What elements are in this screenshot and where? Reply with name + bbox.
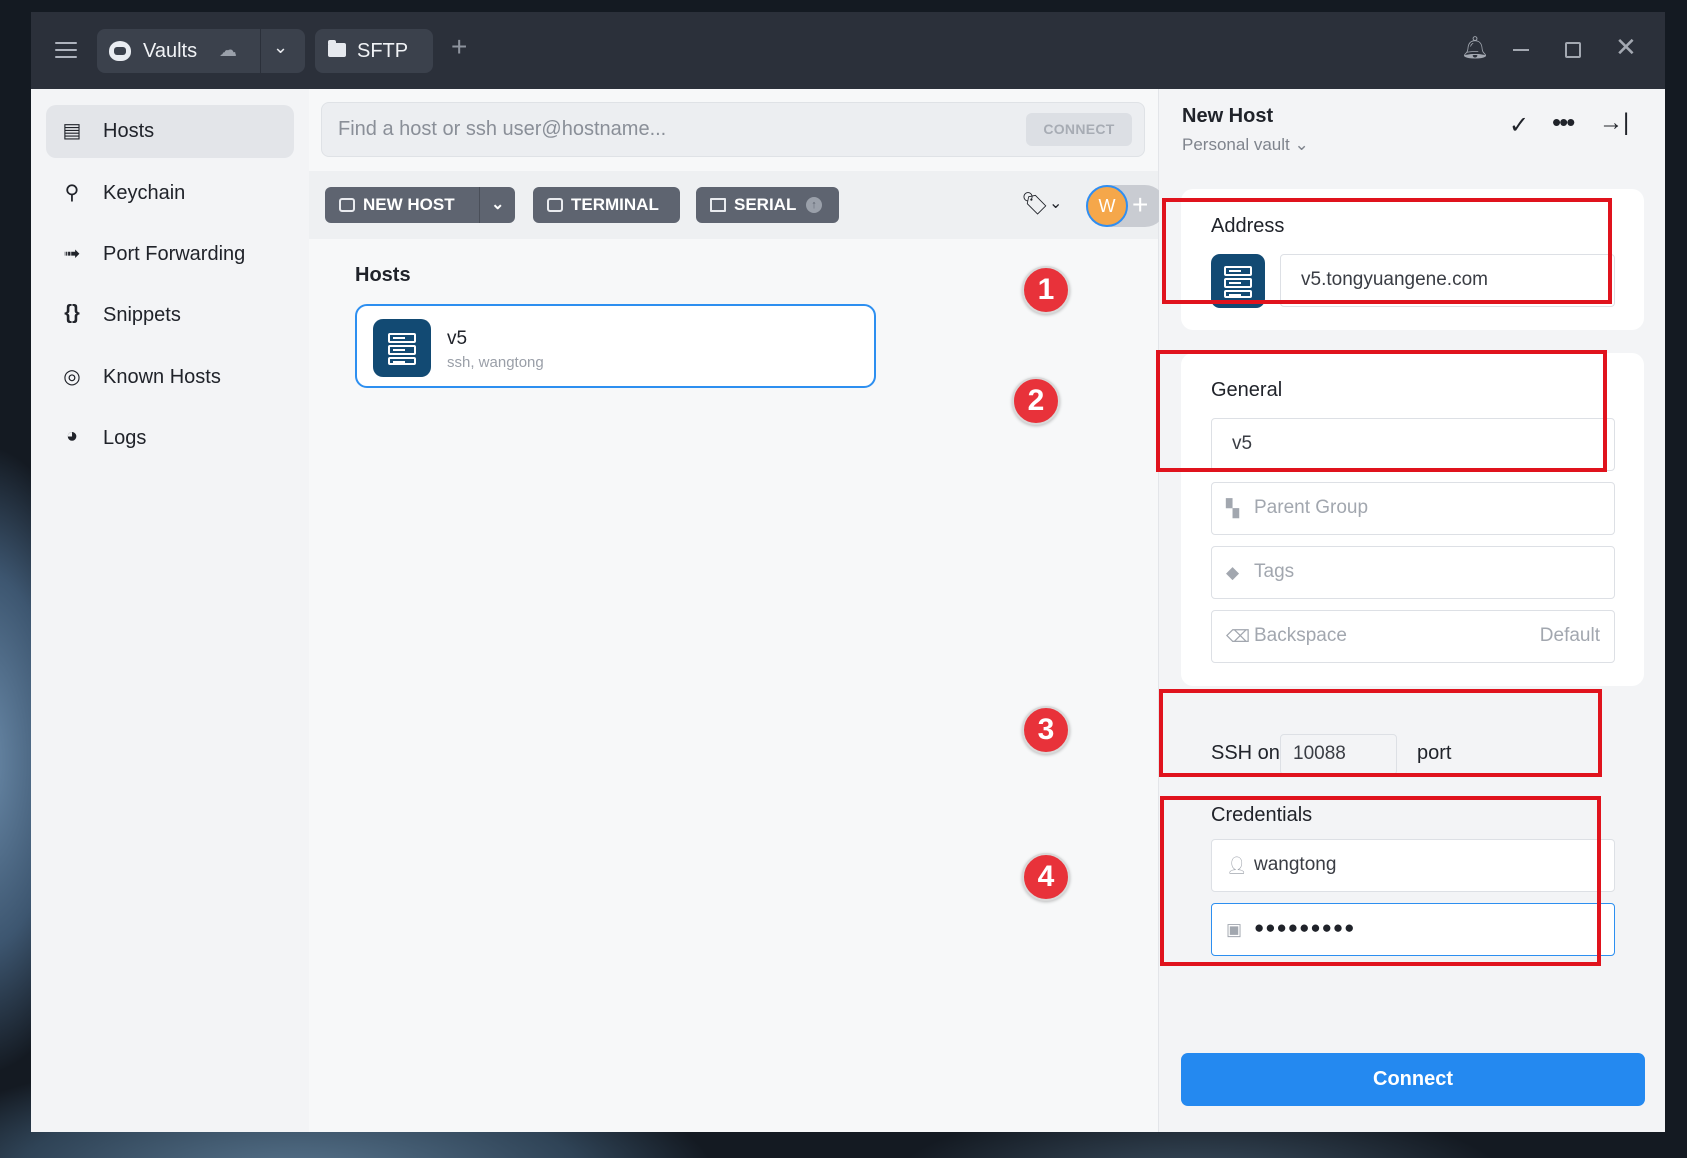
more-options-icon[interactable]: ••• (1552, 107, 1575, 138)
panel-title: New Host (1182, 105, 1274, 127)
backspace-value: Default (1539, 625, 1600, 646)
server-icon (373, 319, 431, 377)
hosts-icon: ▤ (62, 120, 82, 142)
menu-icon[interactable] (55, 42, 77, 58)
search-input[interactable]: Find a host or ssh user@hostname... CONN… (321, 102, 1145, 157)
annotation-badge-4: 4 (1022, 853, 1070, 901)
server-icon (339, 198, 355, 212)
serial-label: SERIAL (734, 195, 797, 214)
clock-icon: ◕ (65, 425, 79, 447)
annotation-badge-1: 1 (1022, 266, 1070, 314)
host-name: v5 (447, 328, 468, 349)
sidebar-item-logs[interactable]: ◕ Logs (46, 412, 294, 465)
vault-selector[interactable]: Personal vault ⌄ (1182, 135, 1309, 155)
tags-input[interactable]: ◆ Tags (1211, 546, 1615, 599)
terminal-button[interactable]: TERMINAL (533, 187, 680, 223)
cloud-off-icon: ☁ (219, 40, 237, 60)
new-host-label: NEW HOST (363, 195, 455, 214)
tab-divider (260, 29, 261, 73)
chevron-down-icon[interactable]: ⌄ (1049, 193, 1062, 213)
tags-placeholder: Tags (1254, 561, 1295, 582)
terminal-label: TERMINAL (571, 195, 659, 214)
sidebar-item-label: Snippets (103, 304, 181, 326)
tab-sftp-label: SFTP (357, 40, 409, 62)
sidebar-item-hosts[interactable]: ▤ Hosts (46, 105, 294, 158)
sidebar-item-known-hosts[interactable]: ◎ Known Hosts (46, 351, 294, 404)
close-window-button[interactable]: ✕ (1615, 32, 1637, 63)
vault-name: Personal vault (1182, 135, 1290, 154)
tag-filter-icon[interactable]: 🏷︎ (1021, 191, 1049, 217)
sidebar-item-keychain[interactable]: ⚲ Keychain (46, 167, 294, 220)
bell-icon[interactable]: 🔔︎ (1461, 35, 1489, 61)
snippets-icon: {} (64, 302, 80, 324)
collapse-panel-icon[interactable]: →| (1599, 109, 1629, 137)
hosts-toolbar: NEW HOST ⌄ TERMINAL SERIAL ↑ 🏷︎ ⌄ W + (309, 171, 1166, 239)
host-card-v5[interactable]: v5 ssh, wangtong (355, 304, 876, 388)
tab-vaults-label: Vaults (143, 40, 198, 62)
upgrade-icon: ↑ (806, 197, 822, 213)
annotation-box-general (1156, 350, 1607, 472)
sidebar-item-snippets[interactable]: {} Snippets (46, 289, 294, 342)
app-window: Vaults ☁ ⌄ SFTP + 🔔︎ ✕ ▤ Hosts ⚲ Keychai… (31, 12, 1665, 1132)
sidebar-item-label: Keychain (103, 182, 186, 204)
group-icon: ▚ (1226, 499, 1240, 518)
connect-button[interactable]: Connect (1181, 1053, 1645, 1106)
sidebar-item-label: Port Forwarding (103, 243, 246, 265)
serial-button[interactable]: SERIAL ↑ (696, 187, 839, 223)
chevron-down-icon[interactable]: ⌄ (491, 187, 504, 223)
new-tab-button[interactable]: + (451, 31, 467, 63)
chevron-down-icon[interactable]: ⌄ (273, 37, 288, 58)
key-icon: ⚲ (64, 182, 80, 204)
sidebar-item-label: Logs (103, 427, 147, 449)
chevron-down-icon: ⌄ (1294, 135, 1309, 154)
tab-sftp[interactable]: SFTP (315, 29, 433, 73)
maximize-button[interactable] (1565, 42, 1581, 58)
new-host-button[interactable]: NEW HOST ⌄ (325, 187, 515, 223)
vault-logo-icon (109, 41, 131, 61)
fingerprint-icon: ◎ (63, 366, 81, 388)
sidebar-item-label: Known Hosts (103, 366, 221, 388)
hosts-section-title: Hosts (355, 264, 411, 286)
parent-group-input[interactable]: ▚ Parent Group (1211, 482, 1615, 535)
terminal-icon (547, 198, 563, 212)
parent-group-placeholder: Parent Group (1254, 497, 1369, 518)
new-host-panel: New Host Personal vault ⌄ ✓ ••• →| Addre… (1156, 89, 1665, 1132)
backspace-select[interactable]: ⌫ Backspace Default (1211, 610, 1615, 663)
annotation-box-credentials (1160, 796, 1601, 966)
sidebar: ▤ Hosts ⚲ Keychain ➟ Port Forwarding {} … (31, 89, 309, 1132)
add-member-icon[interactable]: + (1132, 189, 1148, 221)
tab-vaults[interactable]: Vaults ☁ ⌄ (97, 29, 305, 73)
hosts-pane: Find a host or ssh user@hostname... CONN… (309, 89, 1166, 1132)
annotation-box-address (1162, 198, 1612, 304)
sidebar-item-label: Hosts (103, 120, 155, 142)
sidebar-item-port-forwarding[interactable]: ➟ Port Forwarding (46, 228, 294, 281)
quick-connect-button[interactable]: CONNECT (1026, 113, 1132, 146)
folder-icon (328, 40, 346, 57)
avatar[interactable]: W (1086, 185, 1128, 227)
save-check-icon[interactable]: ✓ (1509, 111, 1529, 140)
title-bar: Vaults ☁ ⌄ SFTP + 🔔︎ ✕ (31, 12, 1665, 89)
port-forwarding-icon: ➟ (63, 243, 81, 265)
annotation-badge-2: 2 (1012, 377, 1060, 425)
host-subtitle: ssh, wangtong (447, 354, 544, 371)
backspace-icon: ⌫ (1226, 627, 1251, 646)
search-placeholder: Find a host or ssh user@hostname... (338, 118, 667, 140)
backspace-label: Backspace (1254, 625, 1347, 646)
annotation-box-ssh-port (1159, 689, 1602, 777)
team-avatars: W + (1086, 185, 1166, 227)
tag-icon: ◆ (1226, 563, 1240, 582)
minimize-button[interactable] (1513, 49, 1529, 51)
serial-port-icon (710, 198, 726, 212)
split-divider (479, 187, 480, 223)
annotation-badge-3: 3 (1022, 706, 1070, 754)
